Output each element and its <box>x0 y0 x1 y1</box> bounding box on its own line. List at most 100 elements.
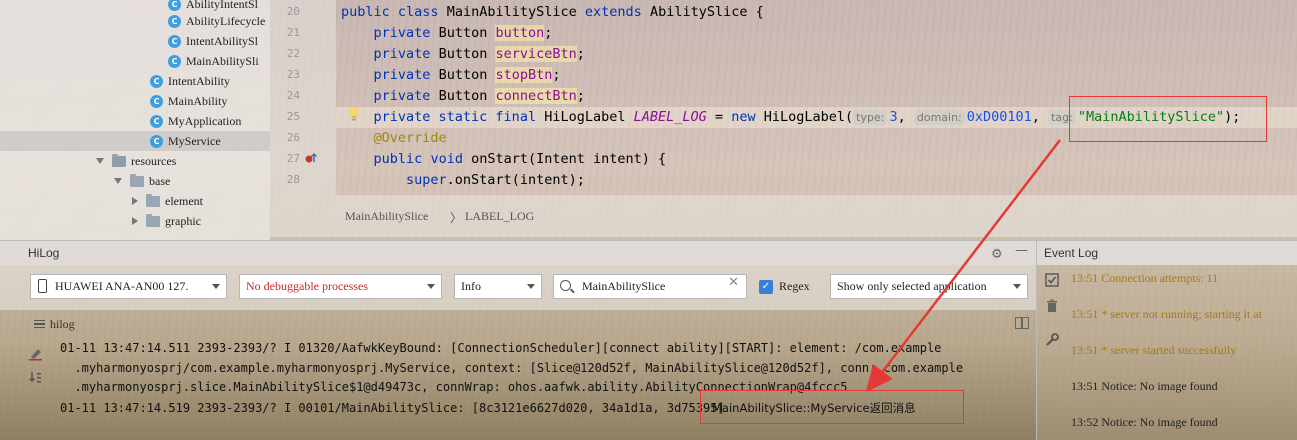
class-icon: C <box>168 34 181 48</box>
chevron-down-icon <box>527 284 535 289</box>
tree-item-label: MainAbility <box>168 94 228 108</box>
event-entry: 13:51 * server not running; starting it … <box>1071 307 1262 321</box>
line-number: 24 <box>286 89 300 102</box>
tree-item-label: MainAbilitySli <box>186 54 259 68</box>
regex-checkbox[interactable]: ✓ <box>759 280 773 294</box>
gear-icon[interactable]: ⚙ <box>991 247 1003 262</box>
tree-item-label: IntentAbility <box>168 74 230 88</box>
tree-item-label: MyService <box>168 134 221 148</box>
line-number: 21 <box>286 26 300 39</box>
folder-icon <box>130 173 144 187</box>
close-icon[interactable]: ✕ <box>728 275 739 290</box>
scroll-to-end-icon[interactable] <box>28 370 43 385</box>
wrench-icon[interactable] <box>1045 333 1059 347</box>
chevron-down-icon[interactable] <box>96 158 104 164</box>
tree-item-graphic[interactable]: graphic <box>132 211 201 231</box>
regex-label[interactable]: Regex <box>779 279 810 294</box>
list-icon <box>34 320 45 328</box>
tree-item-my-application[interactable]: C MyApplication <box>150 111 241 131</box>
hilog-title: HiLog <box>28 246 60 260</box>
line-number: 25 <box>286 110 300 123</box>
class-icon: C <box>150 134 163 148</box>
log-line: 01-11 13:47:14.511 2393-2393/? I 01320/A… <box>60 341 942 355</box>
class-icon: C <box>168 0 181 11</box>
phone-icon <box>38 279 47 293</box>
event-log-header: Event Log <box>1036 240 1297 265</box>
log-line: .myharmonyosprj/com.example.myharmonyosp… <box>60 361 964 375</box>
code-line-23: private Button stopBtn; <box>373 67 561 83</box>
tree-item-intent-ability[interactable]: C IntentAbility <box>150 71 230 91</box>
process-dropdown[interactable]: No debuggable processes <box>239 274 442 299</box>
breadcrumb-separator: 〉 <box>450 211 463 225</box>
clear-log-icon[interactable] <box>28 346 43 361</box>
code-line-22: private Button serviceBtn; <box>373 46 585 62</box>
tree-item-main-ability[interactable]: C MainAbility <box>150 91 227 111</box>
folder-icon <box>112 153 126 167</box>
class-icon: C <box>168 14 181 28</box>
log-level-value: Info <box>461 279 481 293</box>
tree-item-ability-lifecycle[interactable]: C AbilityLifecycle <box>168 11 265 31</box>
class-icon: C <box>150 94 163 108</box>
hilog-side-toolbar <box>0 336 50 440</box>
param-hint-domain: domain: <box>913 110 965 125</box>
event-log-title: Event Log <box>1044 246 1099 260</box>
event-entry: 13:51 * server started successfully <box>1071 343 1237 357</box>
event-log-panel[interactable]: 13:51 Connection attempts: 11 13:51 * se… <box>1036 265 1297 440</box>
line-number: 23 <box>286 68 300 81</box>
breadcrumb-item-field[interactable]: LABEL_LOG <box>465 209 534 224</box>
log-line: 01-11 13:47:14.519 2393-2393/? I 00101/M… <box>60 401 732 415</box>
tab-hilog[interactable]: hilog <box>28 314 81 334</box>
tree-item-label: base <box>149 174 171 188</box>
line-number: 26 <box>286 131 300 144</box>
breadcrumb: MainAbilitySlice 〉 LABEL_LOG <box>270 195 1297 237</box>
trash-icon[interactable] <box>1045 299 1059 313</box>
search-input[interactable]: MainAbilitySlice ✕ <box>553 274 747 299</box>
line-number: 28 <box>286 173 300 186</box>
hilog-toolbar: HUAWEI ANA-AN00 127. No debuggable proce… <box>0 265 1036 310</box>
chevron-down-icon[interactable] <box>114 178 122 184</box>
tree-item-label: graphic <box>165 214 201 228</box>
chevron-right-icon[interactable] <box>132 197 138 205</box>
project-tree: C AbilityIntentSl C AbilityLifecycle C I… <box>0 0 270 240</box>
highlight-box-message <box>700 390 964 424</box>
param-hint-type: type: <box>853 110 888 125</box>
code-line-28: super.onStart(intent); <box>406 172 585 188</box>
code-line-21: private Button button; <box>373 25 553 41</box>
folder-icon <box>146 193 160 207</box>
line-number: 27 <box>286 152 300 165</box>
chevron-down-icon <box>1013 284 1021 289</box>
tree-item-main-ability-slice[interactable]: C MainAbilitySli <box>168 51 259 71</box>
tree-item-intent-ability-slice[interactable]: C IntentAbilitySl <box>168 31 258 51</box>
breadcrumb-item-class[interactable]: MainAbilitySlice <box>345 209 428 224</box>
process-value: No debuggable processes <box>246 279 368 293</box>
chevron-right-icon[interactable] <box>132 217 138 225</box>
tab-label: hilog <box>50 317 75 331</box>
tree-item-label: resources <box>131 154 177 168</box>
search-value: MainAbilitySlice <box>582 279 666 293</box>
search-icon <box>560 280 571 291</box>
code-line-20: public class MainAbilitySlice extends Ab… <box>341 4 764 20</box>
hilog-tab-bar: hilog <box>0 310 1036 336</box>
event-entry: 13:52 Notice: No image found <box>1071 415 1218 429</box>
line-number: 20 <box>286 5 300 18</box>
code-line-26: @Override <box>373 130 447 146</box>
tree-item-label: MyApplication <box>168 114 242 128</box>
hilog-header: HiLog ⚙ — <box>0 240 1036 265</box>
line-number: 22 <box>286 47 300 60</box>
tree-item-my-service[interactable]: C MyService <box>0 131 270 151</box>
tree-item-element[interactable]: element <box>132 191 203 211</box>
filter-value: Show only selected application <box>837 279 987 293</box>
log-level-dropdown[interactable]: Info <box>454 274 542 299</box>
mark-read-icon[interactable] <box>1045 273 1059 287</box>
tree-item-base[interactable]: base <box>114 171 170 191</box>
filter-dropdown[interactable]: Show only selected application <box>830 274 1028 299</box>
code-line-24: private Button connectBtn; <box>373 88 585 104</box>
minimize-icon[interactable]: — <box>1015 243 1028 258</box>
override-marker-icon[interactable] <box>304 152 318 164</box>
layout-icon[interactable] <box>1015 317 1029 329</box>
event-entry: 13:51 Connection attempts: 11 <box>1071 271 1219 285</box>
device-dropdown[interactable]: HUAWEI ANA-AN00 127. <box>30 274 227 299</box>
tree-item-label: IntentAbilitySl <box>186 34 258 48</box>
tree-item-resources[interactable]: resources <box>96 151 176 171</box>
log-output[interactable]: 01-11 13:47:14.511 2393-2393/? I 01320/A… <box>60 338 1036 440</box>
